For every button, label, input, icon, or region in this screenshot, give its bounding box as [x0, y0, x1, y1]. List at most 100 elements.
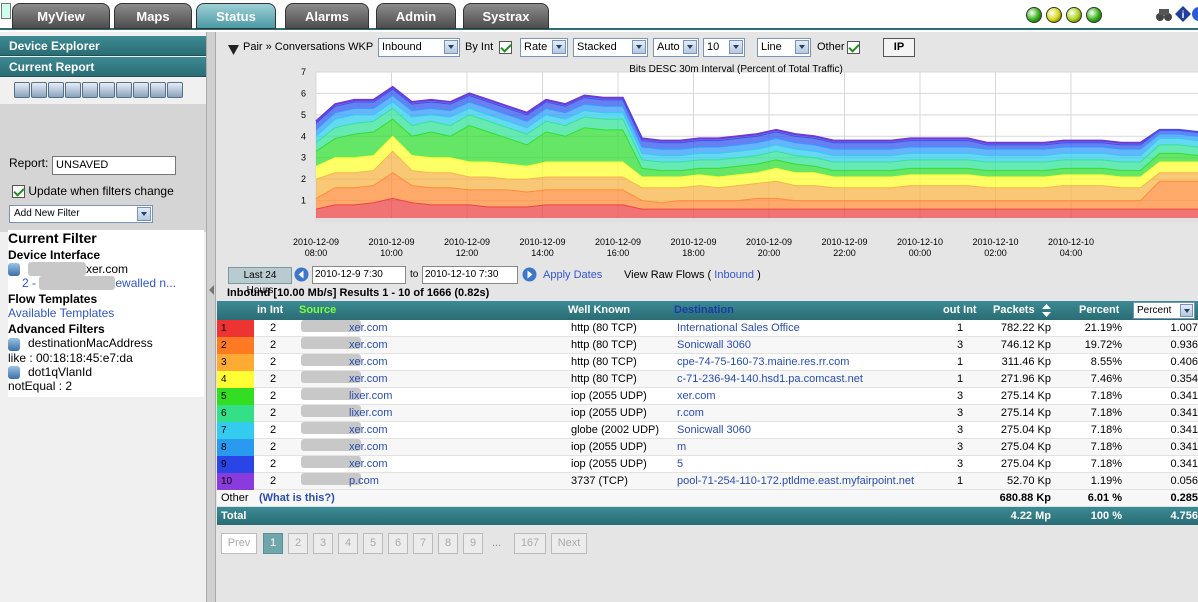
row-destination-link[interactable]: cpe-74-75-160-73.maine.res.rr.com	[677, 354, 849, 371]
table-row[interactable]: 62xlixer.comiop (2055 UDP)r.com3275.14 K…	[217, 405, 1198, 422]
header-out-int[interactable]: out Int	[943, 301, 977, 320]
tab-myview[interactable]: MyView	[12, 3, 110, 29]
row-source-link[interactable]: xer.com	[349, 337, 388, 354]
tab-status[interactable]: Status	[196, 3, 276, 29]
row-color-swatch[interactable]: 6	[217, 405, 254, 422]
open-icon[interactable]	[14, 82, 30, 98]
row-color-swatch[interactable]: 8	[217, 439, 254, 456]
status-light-icon[interactable]	[1026, 7, 1042, 23]
header-packets[interactable]: Packets	[993, 301, 1035, 320]
page-1-button[interactable]: 1	[263, 533, 283, 554]
row-destination-link[interactable]: xer.com	[677, 388, 716, 405]
page-3-button[interactable]: 3	[313, 533, 333, 554]
row-source-link[interactable]: xer.com	[349, 422, 388, 439]
row-destination-link[interactable]: r.com	[677, 405, 704, 422]
sort-arrows-icon[interactable]	[1042, 304, 1051, 317]
table-row[interactable]: 72xxer.comglobe (2002 UDP)Sonicwall 3060…	[217, 422, 1198, 439]
page-5-button[interactable]: 5	[363, 533, 383, 554]
row-color-swatch[interactable]: 1	[217, 320, 254, 337]
last-24-hours-button[interactable]: Last 24 Hours	[228, 267, 292, 296]
row-source-link[interactable]: xer.com	[349, 371, 388, 388]
apply-arrow-icon[interactable]	[522, 267, 537, 282]
device-explorer-header[interactable]: Device Explorer	[0, 36, 206, 56]
row-source-link[interactable]: lixer.com	[349, 388, 392, 405]
header-destination[interactable]: Destination	[674, 301, 734, 320]
header-in-int[interactable]: in Int	[257, 301, 283, 320]
table-row[interactable]: 22xxer.comhttp (80 TCP)Sonicwall 3060374…	[217, 337, 1198, 354]
table-row[interactable]: 42xxer.comhttp (80 TCP)c-71-236-94-140.h…	[217, 371, 1198, 388]
what-is-this-link[interactable]: (What is this?)	[259, 490, 335, 507]
save-icon[interactable]	[31, 82, 47, 98]
metric-select[interactable]: Percent	[1133, 302, 1195, 319]
device-host[interactable]: xxer.com	[8, 262, 204, 277]
panel-splitter[interactable]	[206, 32, 216, 602]
tab-admin[interactable]: Admin	[376, 3, 456, 29]
update-checkbox[interactable]	[12, 185, 25, 199]
schedule-icon[interactable]	[65, 82, 81, 98]
row-destination-link[interactable]: pool-71-254-110-172.ptldme.east.myfairpo…	[677, 473, 914, 490]
copy-icon[interactable]	[167, 82, 183, 98]
filter-mac[interactable]: destinationMacAddress	[8, 336, 204, 351]
page-4-button[interactable]: 4	[338, 533, 358, 554]
row-color-swatch[interactable]: 2	[217, 337, 254, 354]
row-destination-link[interactable]: Sonicwall 3060	[677, 422, 751, 439]
header-well-known[interactable]: Well Known	[568, 301, 630, 320]
row-source-link[interactable]: p.com	[349, 473, 379, 490]
table-row[interactable]: 82xxer.comiop (2055 UDP)m3275.04 Kp7.18%…	[217, 439, 1198, 456]
apply-dates-link[interactable]: Apply Dates	[543, 269, 602, 281]
table-row[interactable]: 92xxer.comiop (2055 UDP)53275.04 Kp7.18%…	[217, 456, 1198, 473]
email-icon[interactable]	[99, 82, 115, 98]
collapse-arrow-icon[interactable]	[208, 284, 216, 296]
filter-vlan[interactable]: dot1qVlanId	[8, 365, 204, 379]
header-percent[interactable]: Percent	[1079, 301, 1119, 320]
row-destination-link[interactable]: Sonicwall 3060	[677, 337, 751, 354]
tab-maps[interactable]: Maps	[114, 3, 192, 29]
table-row[interactable]: 52xlixer.comiop (2055 UDP)xer.com3275.14…	[217, 388, 1198, 405]
row-source-link[interactable]: xer.com	[349, 354, 388, 371]
available-templates-link[interactable]: Available Templates	[8, 306, 204, 320]
row-destination-link[interactable]: 5	[677, 456, 683, 473]
page-8-button[interactable]: 8	[438, 533, 458, 554]
print-icon[interactable]	[82, 82, 98, 98]
row-source-link[interactable]: xer.com	[349, 439, 388, 456]
next-page-button[interactable]: Next	[551, 533, 587, 554]
help-icon[interactable]	[1191, 6, 1198, 22]
row-source-link[interactable]: xer.com	[349, 456, 388, 473]
status-light-icon[interactable]	[1046, 7, 1062, 23]
add-new-filter-select[interactable]: Add New Filter	[9, 205, 153, 223]
page-6-button[interactable]: 6	[388, 533, 408, 554]
page-7-button[interactable]: 7	[413, 533, 433, 554]
row-color-swatch[interactable]: 7	[217, 422, 254, 439]
rss-icon[interactable]	[133, 82, 149, 98]
previous-period-icon[interactable]	[294, 267, 309, 282]
row-color-swatch[interactable]: 10	[217, 473, 254, 490]
export-icon[interactable]	[150, 82, 166, 98]
status-light-icon[interactable]	[1086, 7, 1102, 23]
status-light-icon[interactable]	[1066, 7, 1082, 23]
raw-flows-inbound-link[interactable]: Inbound	[714, 269, 754, 281]
save-as-icon[interactable]	[48, 82, 64, 98]
row-color-swatch[interactable]: 3	[217, 354, 254, 371]
row-color-swatch[interactable]: 5	[217, 388, 254, 405]
current-report-header[interactable]: Current Report	[0, 57, 206, 77]
prev-page-button[interactable]: Prev	[221, 533, 257, 554]
start-date-input[interactable]: 2010-12-9 7:30	[312, 266, 406, 284]
end-date-input[interactable]: 2010-12-10 7:30	[422, 266, 518, 284]
page-last-button[interactable]: 167	[514, 533, 546, 554]
tab-systrax[interactable]: Systrax	[463, 3, 549, 29]
row-source-link[interactable]: lixer.com	[349, 405, 392, 422]
row-color-swatch[interactable]: 4	[217, 371, 254, 388]
page-9-button[interactable]: 9	[463, 533, 483, 554]
row-color-swatch[interactable]: 9	[217, 456, 254, 473]
update-when-filters-change[interactable]: Update when filters change	[12, 184, 174, 199]
binoculars-icon[interactable]	[1155, 7, 1173, 23]
row-destination-link[interactable]: m	[677, 439, 686, 456]
table-row[interactable]: 12xxer.comhttp (80 TCP)International Sal…	[217, 320, 1198, 337]
header-source[interactable]: Source	[299, 301, 336, 320]
report-name-input[interactable]: UNSAVED	[52, 156, 176, 175]
table-row[interactable]: 102xp.com3737 (TCP)pool-71-254-110-172.p…	[217, 473, 1198, 490]
row-destination-link[interactable]: c-71-236-94-140.hsd1.pa.comcast.net	[677, 371, 863, 388]
table-row[interactable]: 32xxer.comhttp (80 TCP)cpe-74-75-160-73.…	[217, 354, 1198, 371]
device-interface-link[interactable]: 2 - xewalled n...	[8, 276, 204, 291]
tab-alarms[interactable]: Alarms	[285, 3, 369, 29]
